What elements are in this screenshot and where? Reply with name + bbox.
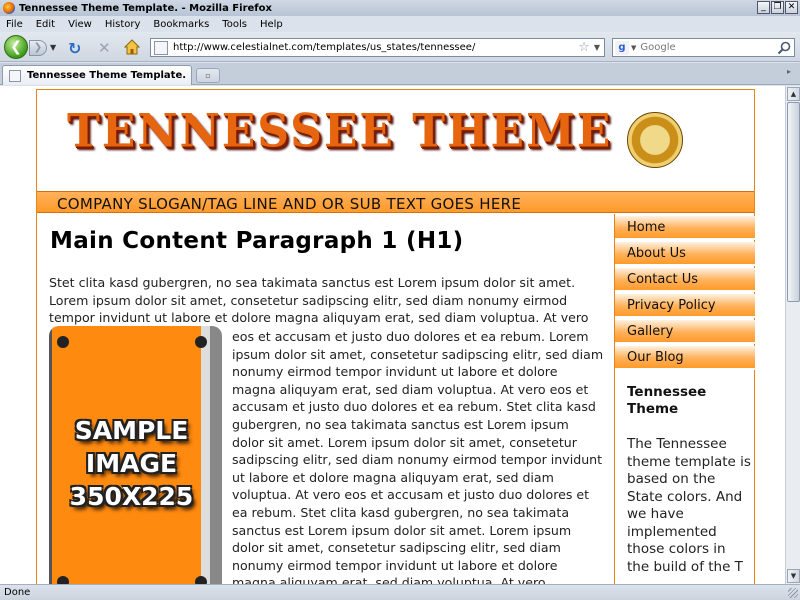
content-paragraph-wrapped: eos et accusam et justo duo dolores et e… <box>232 329 604 584</box>
menu-bar: File Edit View History Bookmarks Tools H… <box>0 16 800 32</box>
resize-grip-icon[interactable] <box>788 588 798 598</box>
navigation-toolbar: ❮ ❯ ▼ ↻ ✕ http://www.celestialnet.com/te… <box>0 32 800 62</box>
google-engine-icon[interactable]: g <box>615 40 629 55</box>
nav-item-our-blog[interactable]: Our Blog <box>615 346 755 370</box>
tab-bar: Tennessee Theme Template. ▫ ▸ <box>0 63 800 85</box>
firefox-logo-icon <box>3 2 15 14</box>
page-icon <box>154 40 168 55</box>
menu-view[interactable]: View <box>68 19 92 30</box>
reload-icon[interactable]: ↻ <box>68 39 81 58</box>
status-text: Done <box>4 587 31 598</box>
slogan-text: COMPANY SLOGAN/TAG LINE AND OR SUB TEXT … <box>57 195 522 213</box>
state-seal-icon <box>627 112 683 168</box>
site-logo[interactable]: TENNESSEE THEME <box>67 105 612 159</box>
page-title: Main Content Paragraph 1 (H1) <box>50 228 464 254</box>
history-dropdown-icon[interactable]: ▼ <box>50 43 56 52</box>
sidebar-text: The Tennessee theme template is based on… <box>627 436 751 575</box>
back-arrow-icon[interactable]: ❮ <box>4 35 28 59</box>
vertical-scrollbar[interactable]: ▲ ▼ <box>785 86 800 584</box>
menu-history[interactable]: History <box>105 19 141 30</box>
menu-help[interactable]: Help <box>260 19 283 30</box>
tab-tennessee[interactable]: Tennessee Theme Template. <box>2 65 192 85</box>
content-paragraph: Stet clita kasd gubergren, no sea takima… <box>49 275 589 326</box>
status-bar: Done <box>0 584 800 600</box>
site-header: TENNESSEE THEME <box>37 90 754 191</box>
close-icon[interactable]: ✕ <box>785 1 798 14</box>
sidebar-heading: Tennessee Theme <box>627 384 707 417</box>
nav-item-gallery[interactable]: Gallery <box>615 320 755 344</box>
nav-item-home[interactable]: Home <box>615 216 755 240</box>
address-input[interactable]: http://www.celestialnet.com/templates/us… <box>173 42 578 53</box>
sidebar: Home About Us Contact Us Privacy Policy … <box>614 214 755 584</box>
nav-item-contact-us[interactable]: Contact Us <box>615 268 755 292</box>
window-title: Tennessee Theme Template. - Mozilla Fire… <box>19 2 272 14</box>
screw-hole-icon <box>195 336 207 348</box>
stop-icon[interactable]: ✕ <box>98 39 111 57</box>
tab-title: Tennessee Theme Template. <box>27 70 187 81</box>
new-tab-icon[interactable]: ▫ <box>196 68 220 83</box>
url-dropdown-icon[interactable]: ▼ <box>594 43 600 52</box>
website-container: TENNESSEE THEME COMPANY SLOGAN/TAG LINE … <box>36 89 755 584</box>
scrollbar-thumb[interactable] <box>787 102 800 302</box>
slogan-bar: COMPANY SLOGAN/TAG LINE AND OR SUB TEXT … <box>37 191 754 213</box>
minimize-icon[interactable]: _ <box>757 1 770 14</box>
main-content: Main Content Paragraph 1 (H1) Stet clita… <box>37 214 614 584</box>
maximize-icon[interactable]: ❐ <box>771 1 784 14</box>
nav-item-about-us[interactable]: About Us <box>615 242 755 266</box>
menu-tools[interactable]: Tools <box>222 19 247 30</box>
menu-edit[interactable]: Edit <box>36 19 55 30</box>
bookmark-star-icon[interactable]: ☆ <box>578 40 590 55</box>
address-bar[interactable]: http://www.celestialnet.com/templates/us… <box>150 38 605 57</box>
menu-bookmarks[interactable]: Bookmarks <box>153 19 209 30</box>
sample-image-label: SAMPLE IMAGE 350X225 <box>69 416 194 511</box>
tab-list-icon[interactable]: ▸ <box>787 67 797 81</box>
sample-image: SAMPLE IMAGE 350X225 <box>49 326 222 584</box>
search-icon[interactable] <box>777 41 791 55</box>
page-viewport: TENNESSEE THEME COMPANY SLOGAN/TAG LINE … <box>0 86 785 584</box>
scroll-up-icon[interactable]: ▲ <box>787 87 800 101</box>
scroll-down-icon[interactable]: ▼ <box>787 569 800 583</box>
search-bar[interactable]: g ▼ Google <box>612 38 795 57</box>
window-titlebar: Tennessee Theme Template. - Mozilla Fire… <box>0 0 800 16</box>
screw-hole-icon <box>195 576 207 584</box>
search-engine-dropdown-icon[interactable]: ▼ <box>631 44 636 52</box>
home-icon[interactable] <box>124 39 140 55</box>
window-controls: _ ❐ ✕ <box>757 1 798 14</box>
page-icon <box>9 69 21 82</box>
nav-item-privacy-policy[interactable]: Privacy Policy <box>615 294 755 318</box>
menu-file[interactable]: File <box>6 19 23 30</box>
screw-hole-icon <box>57 576 69 584</box>
search-input[interactable]: Google <box>640 42 777 53</box>
screw-hole-icon <box>57 336 69 348</box>
forward-arrow-icon[interactable]: ❯ <box>29 40 47 56</box>
